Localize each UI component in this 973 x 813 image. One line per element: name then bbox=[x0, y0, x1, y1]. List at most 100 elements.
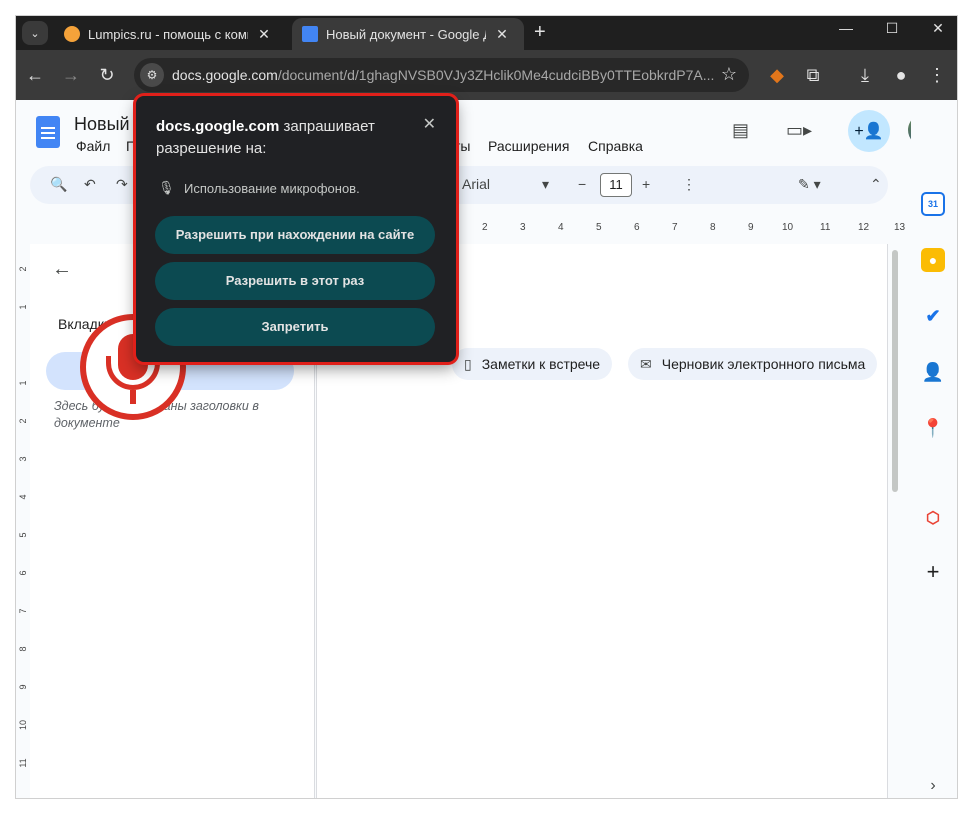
browser-menu-icon[interactable]: ⋮ bbox=[926, 64, 948, 86]
permission-row: 🎙 Использование микрофонов. bbox=[158, 180, 360, 196]
permission-label: Использование микрофонов. bbox=[184, 180, 360, 196]
close-outline-back-icon[interactable]: ← bbox=[52, 258, 72, 281]
font-size-input[interactable]: 11 bbox=[600, 173, 632, 197]
menu-edit[interactable]: П bbox=[126, 138, 136, 154]
editing-mode-icon[interactable]: ✎ ▾ bbox=[798, 176, 821, 193]
keep-icon[interactable]: ● bbox=[921, 248, 945, 272]
tab-strip: ⌄ Lumpics.ru - помощь с компьютером ✕ Но… bbox=[16, 16, 957, 50]
browser-toolbar: ← → ↻ ⚙ docs.google.com/document/d/1ghag… bbox=[16, 50, 957, 100]
tab-title: Новый документ - Google Документы bbox=[326, 26, 486, 42]
side-panel: 31 ● ✔ 👤 📍 ⬡ + › bbox=[911, 100, 957, 798]
popup-title: docs.google.com запрашивает разрешение н… bbox=[156, 116, 406, 160]
ruler-tick: 10 bbox=[782, 222, 794, 233]
downloads-icon[interactable]: ⤓ bbox=[854, 64, 876, 86]
tab-google-docs[interactable]: Новый документ - Google Документы ✕ bbox=[292, 18, 524, 50]
lumpics-favicon-icon bbox=[64, 26, 80, 42]
deny-button[interactable]: Запретить bbox=[155, 308, 435, 346]
ruler-tick: 6 bbox=[634, 222, 640, 233]
close-tab-icon[interactable]: ✕ bbox=[256, 26, 272, 43]
maps-icon[interactable]: 📍 bbox=[921, 416, 945, 440]
address-bar[interactable]: ⚙ docs.google.com/document/d/1ghagNVSB0V… bbox=[134, 58, 749, 92]
comments-icon[interactable]: ▤ bbox=[732, 120, 749, 141]
vruler-tick: 2 bbox=[18, 266, 28, 272]
url-host: docs.google.com bbox=[172, 67, 278, 83]
mic-stem bbox=[130, 390, 136, 404]
chevron-right-icon[interactable]: › bbox=[921, 774, 945, 798]
tasks-icon[interactable]: ✔ bbox=[921, 304, 945, 328]
tab-lumpics[interactable]: Lumpics.ru - помощь с компьютером ✕ bbox=[54, 18, 282, 50]
font-select[interactable]: Arial bbox=[462, 176, 490, 192]
menu-help[interactable]: Справка bbox=[588, 138, 643, 154]
ruler-tick: 4 bbox=[558, 222, 564, 233]
maximize-icon[interactable]: ☐ bbox=[877, 20, 907, 37]
new-tab-button[interactable]: + bbox=[534, 22, 546, 42]
chevron-down-icon[interactable]: ▾ bbox=[542, 176, 549, 193]
ruler-tick: 8 bbox=[710, 222, 716, 233]
vruler-tick: 1 bbox=[18, 380, 28, 386]
allow-on-site-button[interactable]: Разрешить при нахождении на сайте bbox=[155, 216, 435, 254]
office-addon-icon[interactable]: ⬡ bbox=[921, 506, 945, 530]
vruler-tick: 2 bbox=[18, 418, 28, 424]
ruler-tick: 12 bbox=[858, 222, 870, 233]
increase-font-icon[interactable]: + bbox=[642, 176, 650, 192]
site-info-icon[interactable]: ⚙ bbox=[140, 63, 164, 87]
vruler-tick: 4 bbox=[18, 494, 28, 500]
contacts-icon[interactable]: 👤 bbox=[921, 360, 945, 384]
calendar-icon[interactable]: 31 bbox=[921, 192, 945, 216]
chip-email-draft[interactable]: ✉ Черновик электронного письма bbox=[628, 348, 878, 380]
reload-icon[interactable]: ↻ bbox=[96, 64, 118, 86]
back-icon[interactable]: ← bbox=[24, 64, 46, 86]
bookmark-star-icon[interactable]: ☆ bbox=[721, 64, 737, 85]
chip-meeting-notes[interactable]: ▯ Заметки к встрече bbox=[452, 348, 613, 380]
close-tab-icon[interactable]: ✕ bbox=[494, 26, 510, 43]
add-addon-icon[interactable]: + bbox=[921, 559, 945, 584]
chip-label: Черновик электронного письма bbox=[661, 356, 866, 372]
vruler-tick: 7 bbox=[18, 608, 28, 614]
tab-title: Lumpics.ru - помощь с компьютером bbox=[88, 26, 248, 42]
vruler-tick: 11 bbox=[18, 758, 28, 768]
mail-icon: ✉ bbox=[640, 355, 652, 372]
vruler-tick: 8 bbox=[18, 646, 28, 652]
more-options-icon[interactable]: ⋮ bbox=[682, 176, 696, 193]
permission-popup: docs.google.com запрашивает разрешение н… bbox=[136, 96, 456, 362]
ruler-tick: 13 bbox=[894, 222, 906, 233]
chip-label: Заметки к встрече bbox=[481, 356, 601, 372]
undo-icon[interactable]: ↶ bbox=[84, 176, 96, 193]
forward-icon[interactable]: → bbox=[60, 64, 82, 86]
docs-favicon-icon bbox=[302, 26, 318, 42]
vertical-scrollbar[interactable] bbox=[892, 250, 898, 492]
allow-once-button[interactable]: Разрешить в этот раз bbox=[155, 262, 435, 300]
microphone-small-icon: 🎙 bbox=[158, 180, 175, 195]
menu-file[interactable]: Файл bbox=[76, 138, 110, 154]
docs-logo-icon[interactable] bbox=[36, 116, 60, 148]
document-icon: ▯ bbox=[464, 355, 472, 372]
search-menus-icon[interactable]: 🔍 bbox=[50, 176, 67, 193]
menu-tools[interactable]: ты bbox=[454, 138, 470, 154]
meet-video-icon[interactable]: ▭▸ bbox=[786, 120, 812, 141]
vruler-tick: 6 bbox=[18, 570, 28, 576]
ruler-tick: 3 bbox=[520, 222, 526, 233]
menu-extensions[interactable]: Расширения bbox=[488, 138, 569, 154]
minimize-icon[interactable]: — bbox=[831, 20, 861, 36]
close-icon[interactable]: ✕ bbox=[423, 114, 436, 134]
document-title[interactable]: Новый bbox=[74, 114, 130, 135]
vruler-tick: 3 bbox=[18, 456, 28, 462]
collapse-menus-icon[interactable]: ⌃ bbox=[870, 176, 882, 193]
share-button[interactable]: +👤 bbox=[848, 110, 890, 152]
ruler-tick: 9 bbox=[748, 222, 754, 233]
vruler-tick: 10 bbox=[18, 720, 28, 731]
profile-avatar-icon[interactable]: ● bbox=[890, 64, 912, 86]
vruler-tick: 5 bbox=[18, 532, 28, 538]
url-text[interactable]: docs.google.com/document/d/1ghagNVSB0VJy… bbox=[172, 67, 714, 83]
ruler-tick: 7 bbox=[672, 222, 678, 233]
popup-site: docs.google.com bbox=[156, 118, 280, 135]
add-person-icon: +👤 bbox=[854, 123, 884, 140]
redo-icon[interactable]: ↷ bbox=[116, 176, 128, 193]
metamask-extension-icon[interactable]: ◆ bbox=[766, 64, 788, 86]
tab-search-icon[interactable]: ⌄ bbox=[22, 21, 48, 45]
decrease-font-icon[interactable]: − bbox=[578, 176, 586, 192]
extensions-icon[interactable]: ⧉ bbox=[802, 64, 824, 86]
vruler-tick: 9 bbox=[18, 684, 28, 690]
ruler-tick: 11 bbox=[820, 222, 831, 233]
close-window-icon[interactable]: ✕ bbox=[923, 20, 953, 37]
